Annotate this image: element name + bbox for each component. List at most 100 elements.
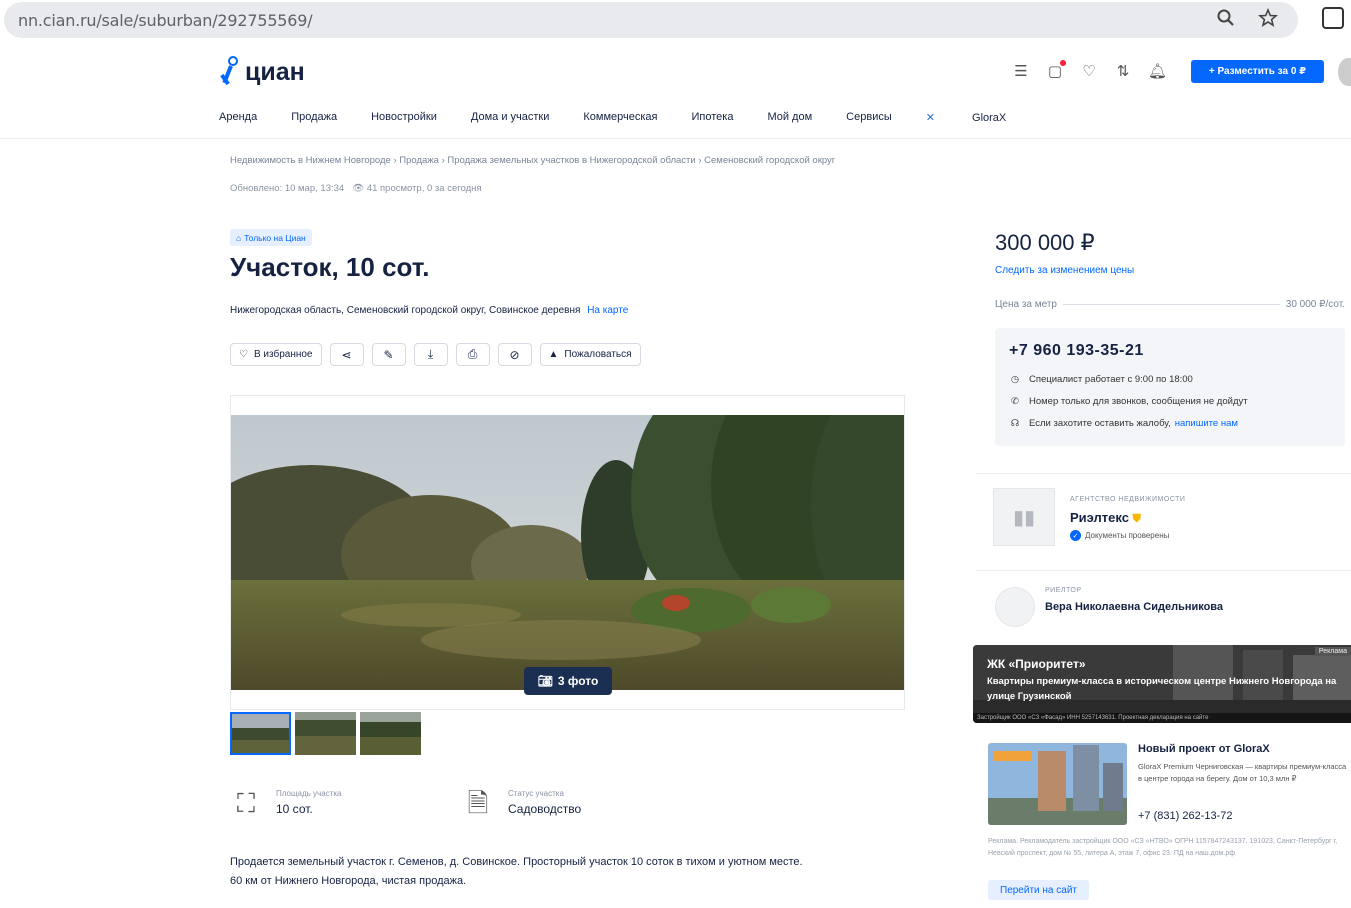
pencil-icon: ✎ <box>383 347 394 362</box>
nav-item-glorax[interactable]: ✕ GloraX <box>926 111 1041 124</box>
nav-item-houses[interactable]: Дома и участки <box>471 111 549 124</box>
agency-kind: АГЕНТСТВО НЕДВИЖИМОСТИ <box>1070 496 1186 503</box>
agency-logo-icon: ▮▮ <box>993 488 1055 546</box>
photo-count-button[interactable]: 📷︎ 3 фото <box>524 667 612 695</box>
agency-name[interactable]: Риэлтекс ⛊ <box>1070 510 1141 526</box>
hide-button[interactable]: ⊘ <box>497 343 532 366</box>
header-divider <box>0 138 1351 139</box>
ad-tag: Реклама <box>1314 647 1351 656</box>
breadcrumb-item[interactable]: Продажа земельных участков в Нижегородск… <box>447 155 695 166</box>
breadcrumb-item[interactable]: Продажа <box>399 155 439 166</box>
share-button[interactable]: ⋖ <box>329 343 364 366</box>
heart-icon: ♡ <box>239 349 248 360</box>
breadcrumb-separator: › <box>441 155 445 166</box>
header-icons: ☰ ▢ ♡ ⇅ 🔔︎ <box>1012 60 1167 80</box>
print-button[interactable]: ⎙ <box>455 343 490 366</box>
feature-value: Садоводство <box>508 802 582 816</box>
realtor-card[interactable]: РИЕЛТОР Вера Николаевна Сидельникова <box>975 570 1351 640</box>
feature-label: Площадь участка <box>276 789 342 798</box>
breadcrumb: Недвижимость в Нижнем Новгороде › Продаж… <box>230 155 835 166</box>
description: Продается земельный участок г. Семенов, … <box>230 853 910 891</box>
description-line: Продается земельный участок г. Семенов, … <box>230 856 803 868</box>
listing-actions: ♡ В избранное ⋖ ✎ ⤓ ⎙ ⊘ ▲ Пожаловаться <box>230 343 641 366</box>
breadcrumb-item[interactable]: Семеновский городской округ <box>704 155 835 166</box>
warning-icon: ▲ <box>548 349 559 360</box>
nav-item-mortgage[interactable]: Ипотека <box>692 111 734 124</box>
realtor-kind: РИЕЛТОР <box>1045 587 1082 594</box>
print-icon: ⎙ <box>467 347 478 361</box>
nav-item-sale[interactable]: Продажа <box>291 111 337 124</box>
download-button[interactable]: ⤓ <box>413 343 448 366</box>
url-text[interactable]: nn.cian.ru/sale/suburban/292755569/ <box>18 11 313 30</box>
visit-site-button[interactable]: Перейти на сайт <box>988 880 1089 900</box>
ad-banner-priority[interactable]: Реклама ЖК «Приоритет» Квартиры премиум-… <box>973 645 1351 723</box>
ad-phone[interactable]: +7 (831) 262-13-72 <box>1138 810 1232 822</box>
thumbnail[interactable] <box>295 712 356 755</box>
price-per-meter-value: 30 000 ₽/сот. <box>1285 299 1345 310</box>
extensions-icon[interactable] <box>1322 7 1344 29</box>
realtor-name[interactable]: Вера Николаевна Сидельникова <box>1045 601 1223 613</box>
report-button[interactable]: ▲ Пожаловаться <box>539 343 641 366</box>
price-block: 300 000 ₽ Следить за изменением цены Цен… <box>975 213 1351 463</box>
ad-title: ЖК «Приоритет» <box>987 657 1086 671</box>
nav-item-new-buildings[interactable]: Новостройки <box>371 111 437 124</box>
ad-glorax[interactable]: Новый проект от GloraX GloraX Premium Че… <box>975 733 1351 908</box>
favorite-button-label: В избранное <box>253 349 313 360</box>
views-count[interactable]: 41 просмотр, 0 за сегодня <box>367 183 482 194</box>
check-icon: ✓ <box>1070 530 1081 541</box>
thumbnail[interactable] <box>230 712 291 755</box>
complaint-text: Если захотите оставить жалобу, <box>1029 418 1171 429</box>
agency-card[interactable]: ▮▮ АГЕНТСТВО НЕДВИЖИМОСТИ Риэлтекс ⛊ ✓ Д… <box>975 473 1351 563</box>
nav-item-my-home[interactable]: Мой дом <box>767 111 812 124</box>
star-icon[interactable] <box>1257 7 1279 34</box>
main-nav: Аренда Продажа Новостройки Дома и участк… <box>219 111 1074 124</box>
phone-number[interactable]: +7 960 193-35-21 <box>1009 342 1144 360</box>
edit-note-button[interactable]: ✎ <box>371 343 406 366</box>
camera-icon: 📷︎ <box>537 674 553 688</box>
notifications-bell-icon[interactable]: 🔔︎ <box>1148 62 1167 80</box>
agency-verified-text: Документы проверены <box>1085 531 1170 540</box>
listing-meta: Обновлено: 10 мар, 13:34 👁︎ 41 просмотр,… <box>230 183 482 194</box>
share-icon: ⋖ <box>341 347 352 362</box>
map-link[interactable]: На карте <box>587 305 628 316</box>
ad-image[interactable] <box>988 743 1127 825</box>
page-title: Участок, 10 сот. <box>230 252 430 282</box>
address-text: Нижегородская область, Семеновский город… <box>230 305 581 316</box>
feature-value: 10 сот. <box>276 802 313 816</box>
work-hours-text: Специалист работает с 9:00 по 18:00 <box>1029 374 1193 385</box>
nav-item-services[interactable]: Сервисы <box>846 111 892 124</box>
menu-icon[interactable]: ☰ <box>1012 62 1030 80</box>
magnifier-icon[interactable] <box>1216 8 1236 34</box>
post-ad-button[interactable]: + Разместить за 0 ₽ <box>1191 60 1324 83</box>
calls-only-text: Номер только для звонков, сообщения не д… <box>1029 396 1248 407</box>
thumbnail[interactable] <box>360 712 421 755</box>
nav-item-rent[interactable]: Аренда <box>219 111 257 124</box>
address: Нижегородская область, Семеновский город… <box>230 305 628 316</box>
ad-subtitle: Квартиры премиум-класса в историческом ц… <box>987 676 1337 702</box>
favorite-button[interactable]: ♡ В избранное <box>230 343 322 366</box>
exclusive-badge: ⌂ Только на Циан <box>230 229 312 246</box>
logo-text: циан <box>245 58 305 86</box>
favorites-heart-icon[interactable]: ♡ <box>1080 62 1098 80</box>
clock-icon: ◷ <box>1010 374 1020 385</box>
avatar[interactable] <box>1338 58 1351 86</box>
follow-price-link[interactable]: Следить за изменением цены <box>995 265 1134 276</box>
compare-icon[interactable]: ⇅ <box>1114 62 1132 80</box>
cian-logo[interactable]: циан <box>219 52 305 87</box>
contact-box: +7 960 193-35-21 ◷ Специалист работает с… <box>995 328 1345 446</box>
address-bar[interactable]: nn.cian.ru/sale/suburban/292755569/ <box>4 2 1298 38</box>
report-button-label: Пожаловаться <box>564 349 632 360</box>
photo-count-label: 3 фото <box>557 674 599 688</box>
ad-text: GloraX Premium Черниговская — квартиры п… <box>1138 762 1347 783</box>
nav-item-commercial[interactable]: Коммерческая <box>583 111 657 124</box>
main-photo[interactable] <box>231 415 904 690</box>
agency-verified: ✓ Документы проверены <box>1070 530 1169 541</box>
messages-icon[interactable]: ▢ <box>1046 60 1066 80</box>
breadcrumb-item[interactable]: Недвижимость в Нижнем Новгороде <box>230 155 391 166</box>
realtor-avatar <box>995 587 1035 627</box>
ad-footer: Застройщик ООО «СЗ «Фасад» ИНН 525714363… <box>973 713 1351 723</box>
updated-date: Обновлено: 10 мар, 13:34 <box>230 183 345 194</box>
complaint-link[interactable]: напишите нам <box>1175 418 1238 429</box>
hide-eye-icon: ⊘ <box>509 347 520 362</box>
glorax-icon: ✕ <box>925 112 939 124</box>
